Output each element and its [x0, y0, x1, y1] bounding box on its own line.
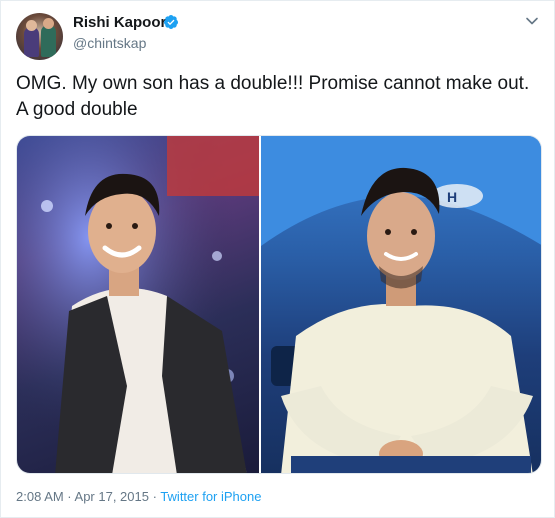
tweet-card: Rishi Kapoor @chintskap OMG. My own son …	[0, 0, 555, 518]
avatar[interactable]	[16, 13, 63, 60]
media-grid: H	[16, 135, 542, 474]
author-handle[interactable]: @chintskap	[73, 35, 146, 51]
author-name[interactable]: Rishi Kapoor	[73, 14, 166, 31]
photo-left[interactable]	[17, 136, 259, 473]
photo-right-illustration: H	[261, 136, 541, 473]
tweet-timestamp[interactable]: 2:08 AM · Apr 17, 2015	[16, 489, 149, 504]
tweet-source-link[interactable]: Twitter for iPhone	[160, 489, 261, 504]
tweet-text: OMG. My own son has a double!!! Promise …	[16, 73, 530, 120]
chevron-down-icon[interactable]	[524, 13, 540, 29]
meta-separator: ·	[148, 489, 161, 504]
tweet-meta: 2:08 AM · Apr 17, 2015 · Twitter for iPh…	[16, 489, 261, 504]
photo-right[interactable]: H	[261, 136, 541, 473]
verified-badge-icon	[163, 15, 178, 29]
photo-left-illustration	[17, 136, 259, 473]
svg-text:H: H	[447, 189, 457, 205]
